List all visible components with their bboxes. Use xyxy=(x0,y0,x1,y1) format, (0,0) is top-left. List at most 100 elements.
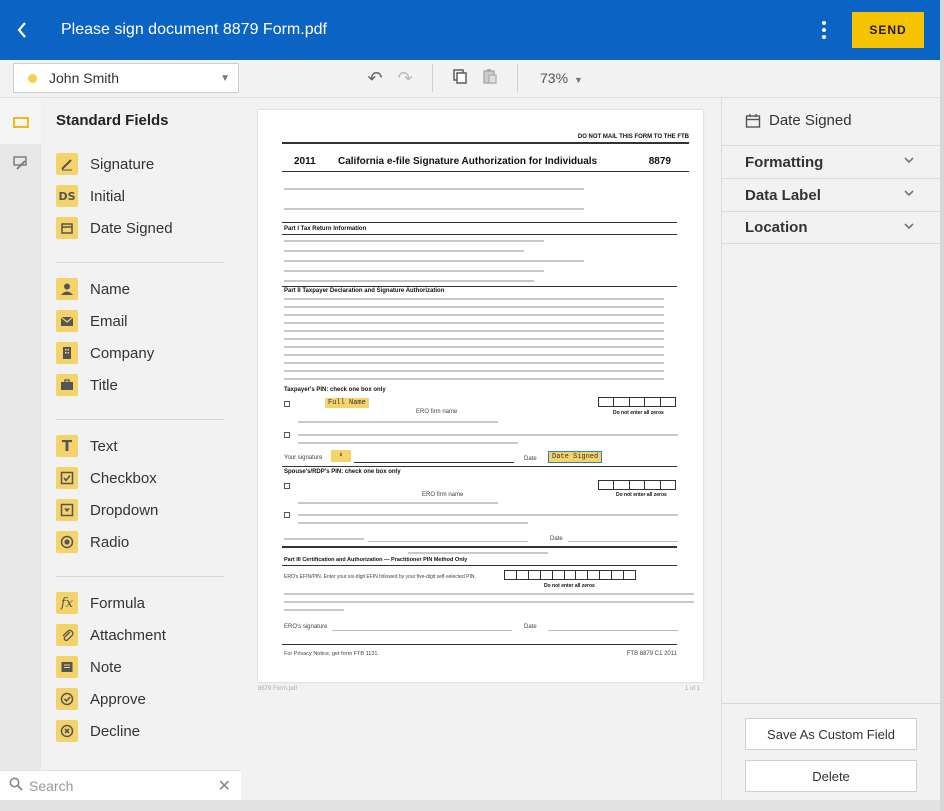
text-line xyxy=(298,502,498,504)
save-as-custom-field-button[interactable]: Save As Custom Field xyxy=(745,718,917,750)
signature-tab-icon[interactable] xyxy=(13,155,29,171)
text-line xyxy=(284,298,664,300)
spouse-pin-checkbox-1[interactable] xyxy=(284,483,290,489)
signature-field[interactable]: ⬇ xyxy=(331,450,351,462)
document-title: Please sign document 8879 Form.pdf xyxy=(61,21,327,38)
field-checkbox[interactable]: Checkbox xyxy=(56,466,157,490)
date-signed-field[interactable]: Date Signed xyxy=(548,451,603,463)
field-search[interactable]: Search ✕ xyxy=(0,770,241,800)
paste-icon[interactable] xyxy=(475,68,505,89)
note-icon xyxy=(56,656,78,678)
undo-icon[interactable]: ↶ xyxy=(360,68,390,89)
text-line xyxy=(284,609,344,611)
taxpayer-pin-heading: Taxpayer's PIN: check one box only xyxy=(284,387,386,393)
copy-icon[interactable] xyxy=(445,68,475,89)
field-initial[interactable]: DS Initial xyxy=(56,184,125,208)
field-title[interactable]: Title xyxy=(56,373,118,397)
zoom-value: 73% xyxy=(540,70,569,86)
properties-header: Date Signed xyxy=(745,112,852,129)
do-not-enter-zeros-2: Do not enter all zeros xyxy=(616,492,667,498)
signer-select[interactable]: John Smith ▼ xyxy=(13,63,239,93)
rule xyxy=(282,546,677,548)
panel-title: Standard Fields xyxy=(56,112,169,129)
page-count: 1 of 1 xyxy=(685,686,701,692)
text-line xyxy=(284,370,664,372)
delete-button[interactable]: Delete xyxy=(745,760,917,792)
field-date-signed[interactable]: Date Signed xyxy=(56,216,173,240)
field-tab-icon[interactable] xyxy=(13,114,29,130)
ero-firm-name-label: ERO firm name xyxy=(416,409,458,415)
field-approve[interactable]: Approve xyxy=(56,687,146,711)
field-attachment[interactable]: Attachment xyxy=(56,623,166,647)
chevron-down-icon xyxy=(903,187,915,202)
field-label: Dropdown xyxy=(90,501,159,519)
group-divider xyxy=(56,419,224,420)
section-formatting[interactable]: Formatting xyxy=(722,145,941,178)
ero-signature-label: ERO's signature xyxy=(284,624,328,630)
form-year: 2011 xyxy=(294,156,316,167)
calendar-icon xyxy=(745,113,761,128)
envelope-icon xyxy=(56,310,78,332)
window-scrollbar[interactable] xyxy=(940,0,944,811)
field-name[interactable]: Name xyxy=(56,277,130,301)
taxpayer-pin-checkbox-1[interactable] xyxy=(284,401,290,407)
zoom-select[interactable]: 73% ▼ xyxy=(540,70,583,86)
more-options-icon[interactable] xyxy=(814,21,834,39)
date-line xyxy=(548,630,678,631)
caret-down-icon: ▼ xyxy=(574,75,583,85)
taxpayer-pin-checkbox-2[interactable] xyxy=(284,432,290,438)
text-line xyxy=(284,306,664,308)
part-3-heading: Part III Certification and Authorization… xyxy=(284,557,468,563)
chevron-left-icon xyxy=(17,22,26,38)
text-line xyxy=(284,538,364,540)
text-line xyxy=(284,240,544,242)
caret-down-icon: ▼ xyxy=(220,73,230,84)
status-strip xyxy=(0,800,940,811)
field-note[interactable]: Note xyxy=(56,655,122,679)
checkbox-icon xyxy=(56,467,78,489)
field-label: Approve xyxy=(90,690,146,708)
send-button[interactable]: SEND xyxy=(852,12,924,48)
field-label: Date Signed xyxy=(90,219,173,237)
field-email[interactable]: Email xyxy=(56,309,128,333)
signature-line xyxy=(354,462,514,463)
footer-code: FTB 8879 C1 2011 xyxy=(626,651,677,657)
signature-line xyxy=(368,541,528,542)
field-label: Company xyxy=(90,344,155,362)
field-signature[interactable]: Signature xyxy=(56,152,154,176)
field-radio[interactable]: Radio xyxy=(56,530,129,554)
text-line xyxy=(284,270,544,272)
section-location[interactable]: Location xyxy=(722,211,941,244)
group-divider xyxy=(56,262,224,263)
back-button[interactable] xyxy=(0,0,44,60)
field-label: Radio xyxy=(90,533,130,551)
field-formula[interactable]: fx Formula xyxy=(56,591,145,615)
field-label: Name xyxy=(90,280,131,298)
rule xyxy=(282,644,677,645)
field-label: Text xyxy=(90,437,118,455)
field-dropdown[interactable]: Dropdown xyxy=(56,498,158,522)
text-line xyxy=(284,314,664,316)
text-line xyxy=(284,354,664,356)
formula-icon: fx xyxy=(56,592,78,614)
field-label: Initial xyxy=(90,187,126,205)
full-name-field[interactable]: Full Name xyxy=(325,398,369,408)
document-page[interactable]: DO NOT MAIL THIS FORM TO THE FTB 2011 Ca… xyxy=(258,110,703,682)
top-note: DO NOT MAIL THIS FORM TO THE FTB xyxy=(577,134,689,140)
paperclip-icon xyxy=(56,624,78,646)
group-divider xyxy=(56,576,224,577)
spouse-pin-checkbox-2[interactable] xyxy=(284,512,290,518)
briefcase-icon xyxy=(56,374,78,396)
text-line xyxy=(284,362,664,364)
rule xyxy=(282,286,677,287)
field-decline[interactable]: Decline xyxy=(56,719,140,743)
field-text[interactable]: T Text xyxy=(56,434,118,458)
text-line xyxy=(298,442,518,444)
clear-search-icon[interactable]: ✕ xyxy=(218,776,231,796)
section-data-label[interactable]: Data Label xyxy=(722,178,941,211)
text-line xyxy=(284,330,664,332)
part-2-heading: Part II Taxpayer Declaration and Signatu… xyxy=(284,288,445,294)
field-company[interactable]: Company xyxy=(56,341,154,365)
field-label: Checkbox xyxy=(90,469,157,487)
redo-icon[interactable]: ↷ xyxy=(390,68,420,89)
